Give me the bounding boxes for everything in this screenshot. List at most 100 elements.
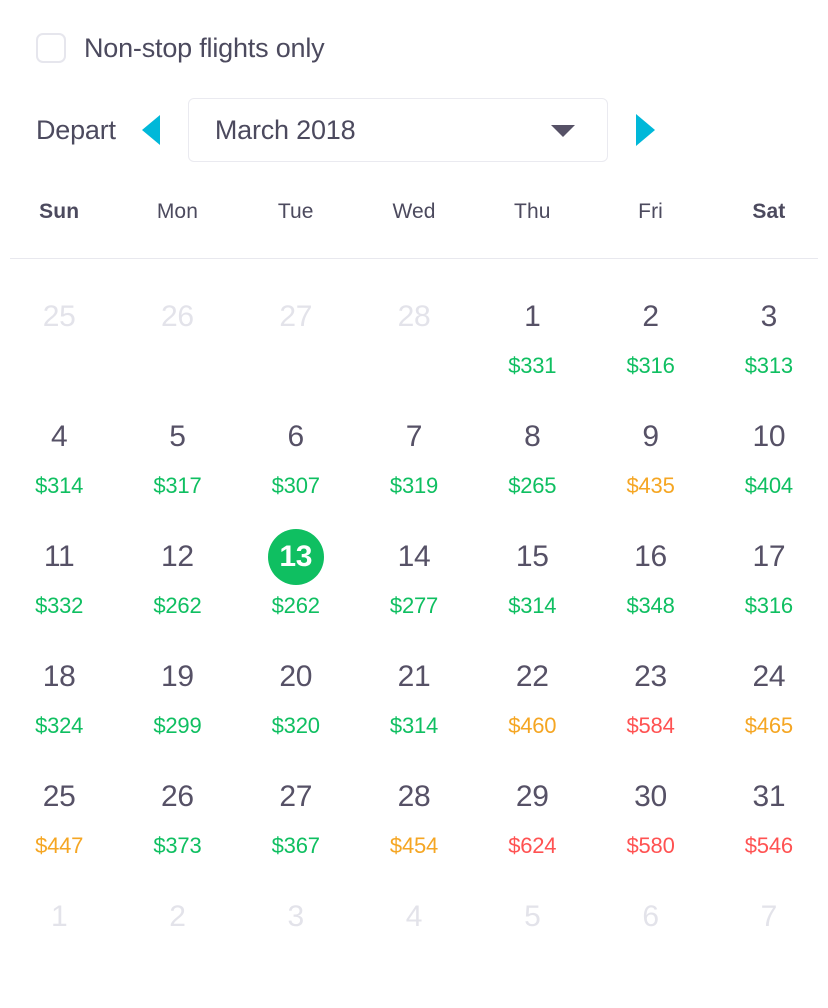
day-number: 19 <box>161 660 194 693</box>
day-cell[interactable]: 3 $313 <box>710 277 828 397</box>
day-number: 28 <box>397 300 431 333</box>
day-number: 17 <box>752 540 786 573</box>
day-number: 4 <box>405 900 423 933</box>
day-cell[interactable]: 20 $320 <box>237 637 355 757</box>
day-price: $316 <box>744 593 793 618</box>
day-cell[interactable]: 9 $435 <box>591 397 709 517</box>
day-cell[interactable]: 15 $314 <box>473 517 591 637</box>
nonstop-checkbox[interactable] <box>36 33 66 63</box>
day-cell[interactable]: 6 $307 <box>237 397 355 517</box>
day-price: $317 <box>153 473 202 498</box>
day-cell[interactable]: 25 $447 <box>0 757 118 877</box>
chevron-down-icon <box>550 125 575 137</box>
day-cell[interactable]: 28 $454 <box>355 757 473 877</box>
day-cell[interactable]: 8 $265 <box>473 397 591 517</box>
day-cell[interactable]: 4 $314 <box>0 397 118 517</box>
day-number: 31 <box>752 780 786 813</box>
day-cell[interactable]: 27 $367 <box>237 757 355 877</box>
day-price: $454 <box>389 833 439 858</box>
day-cell[interactable]: 23 $584 <box>591 637 709 757</box>
day-price: $584 <box>626 713 675 738</box>
month-select-value: March 2018 <box>214 114 356 145</box>
day-cell-outside-month: 1 <box>0 877 118 997</box>
day-cell[interactable]: 19 $299 <box>118 637 236 757</box>
day-cell[interactable]: 26 $373 <box>118 757 236 877</box>
day-number: 5 <box>169 420 186 453</box>
day-number: 25 <box>42 780 76 813</box>
day-cell-outside-month: 26 <box>118 277 236 397</box>
day-cell[interactable]: 18 $324 <box>0 637 118 757</box>
day-cell[interactable]: 7 $319 <box>355 397 473 517</box>
day-cell-outside-month: 28 <box>355 277 473 397</box>
day-number: 24 <box>752 660 786 693</box>
day-price: $314 <box>35 473 84 498</box>
day-cell[interactable]: 12 $262 <box>118 517 236 637</box>
day-cell-outside-month: 4 <box>355 877 473 997</box>
day-price: $320 <box>271 713 320 738</box>
day-cell[interactable]: 30 $580 <box>591 757 709 877</box>
day-price: $324 <box>35 713 84 738</box>
nonstop-label: Non-stop flights only <box>84 32 325 63</box>
triangle-right-icon[interactable] <box>635 114 655 146</box>
day-cell-outside-month: 5 <box>473 877 591 997</box>
day-number: 3 <box>760 300 778 333</box>
day-number: 6 <box>287 420 305 453</box>
day-cell[interactable]: 16 $348 <box>591 517 709 637</box>
depart-label: Depart <box>36 114 116 145</box>
day-price: $435 <box>626 473 675 498</box>
day-price: $262 <box>153 593 202 618</box>
day-price: $367 <box>271 833 320 858</box>
day-price: $307 <box>271 473 320 498</box>
day-number: 10 <box>752 420 786 453</box>
day-cell[interactable]: 5 $317 <box>118 397 236 517</box>
day-price: $265 <box>508 473 557 498</box>
day-cell[interactable]: 1 $331 <box>473 277 591 397</box>
day-cell[interactable]: 31 $546 <box>710 757 828 877</box>
day-cell[interactable]: 22 $460 <box>473 637 591 757</box>
day-number: 20 <box>279 660 313 693</box>
day-number: 13 <box>279 540 313 573</box>
day-number: 21 <box>397 660 431 693</box>
day-cell[interactable]: 14 $277 <box>355 517 473 637</box>
weekday-header-fri: Fri <box>638 200 663 223</box>
triangle-left-icon[interactable] <box>141 115 160 145</box>
day-number: 22 <box>515 660 549 693</box>
day-number: 4 <box>50 420 68 453</box>
day-cell[interactable]: 29 $624 <box>473 757 591 877</box>
day-number: 1 <box>524 300 541 333</box>
weekday-header-wed: Wed <box>392 200 436 223</box>
month-select[interactable]: March 2018 <box>187 98 608 162</box>
day-number: 1 <box>50 900 68 933</box>
flight-date-picker: Non-stop flights only Depart March 2018 … <box>0 0 828 1008</box>
day-number: 12 <box>161 540 194 573</box>
day-number: 27 <box>279 300 313 333</box>
day-price: $332 <box>35 593 84 618</box>
day-cell[interactable]: 2 $316 <box>591 277 709 397</box>
header-divider <box>10 258 818 259</box>
weekday-header-sat: Sat <box>752 200 786 223</box>
day-number: 7 <box>760 900 778 933</box>
day-number: 9 <box>642 420 659 453</box>
day-number: 6 <box>642 900 659 933</box>
day-price: $373 <box>153 833 202 858</box>
day-price: $580 <box>626 833 675 858</box>
day-number: 8 <box>524 420 541 453</box>
day-cell-outside-month: 3 <box>237 877 355 997</box>
day-cell[interactable]: 21 $314 <box>355 637 473 757</box>
weekday-header-thu: Thu <box>514 200 551 223</box>
day-cell[interactable]: 24 $465 <box>710 637 828 757</box>
day-cell[interactable]: 10 $404 <box>710 397 828 517</box>
day-number: 14 <box>397 540 431 573</box>
month-navigation-row: Depart March 2018 <box>36 98 655 162</box>
day-price: $319 <box>389 473 439 498</box>
day-price: $404 <box>744 473 793 498</box>
day-cell[interactable]: 11 $332 <box>0 517 118 637</box>
day-cell-outside-month: 25 <box>0 277 118 397</box>
day-number: 5 <box>524 900 541 933</box>
day-cell[interactable]: 17 $316 <box>710 517 828 637</box>
day-number: 27 <box>279 780 313 813</box>
day-cell[interactable]: 13 $262 <box>237 517 355 637</box>
day-cell-outside-month: 6 <box>591 877 709 997</box>
day-price: $624 <box>508 833 557 858</box>
nonstop-filter-row[interactable]: Non-stop flights only <box>36 28 325 68</box>
